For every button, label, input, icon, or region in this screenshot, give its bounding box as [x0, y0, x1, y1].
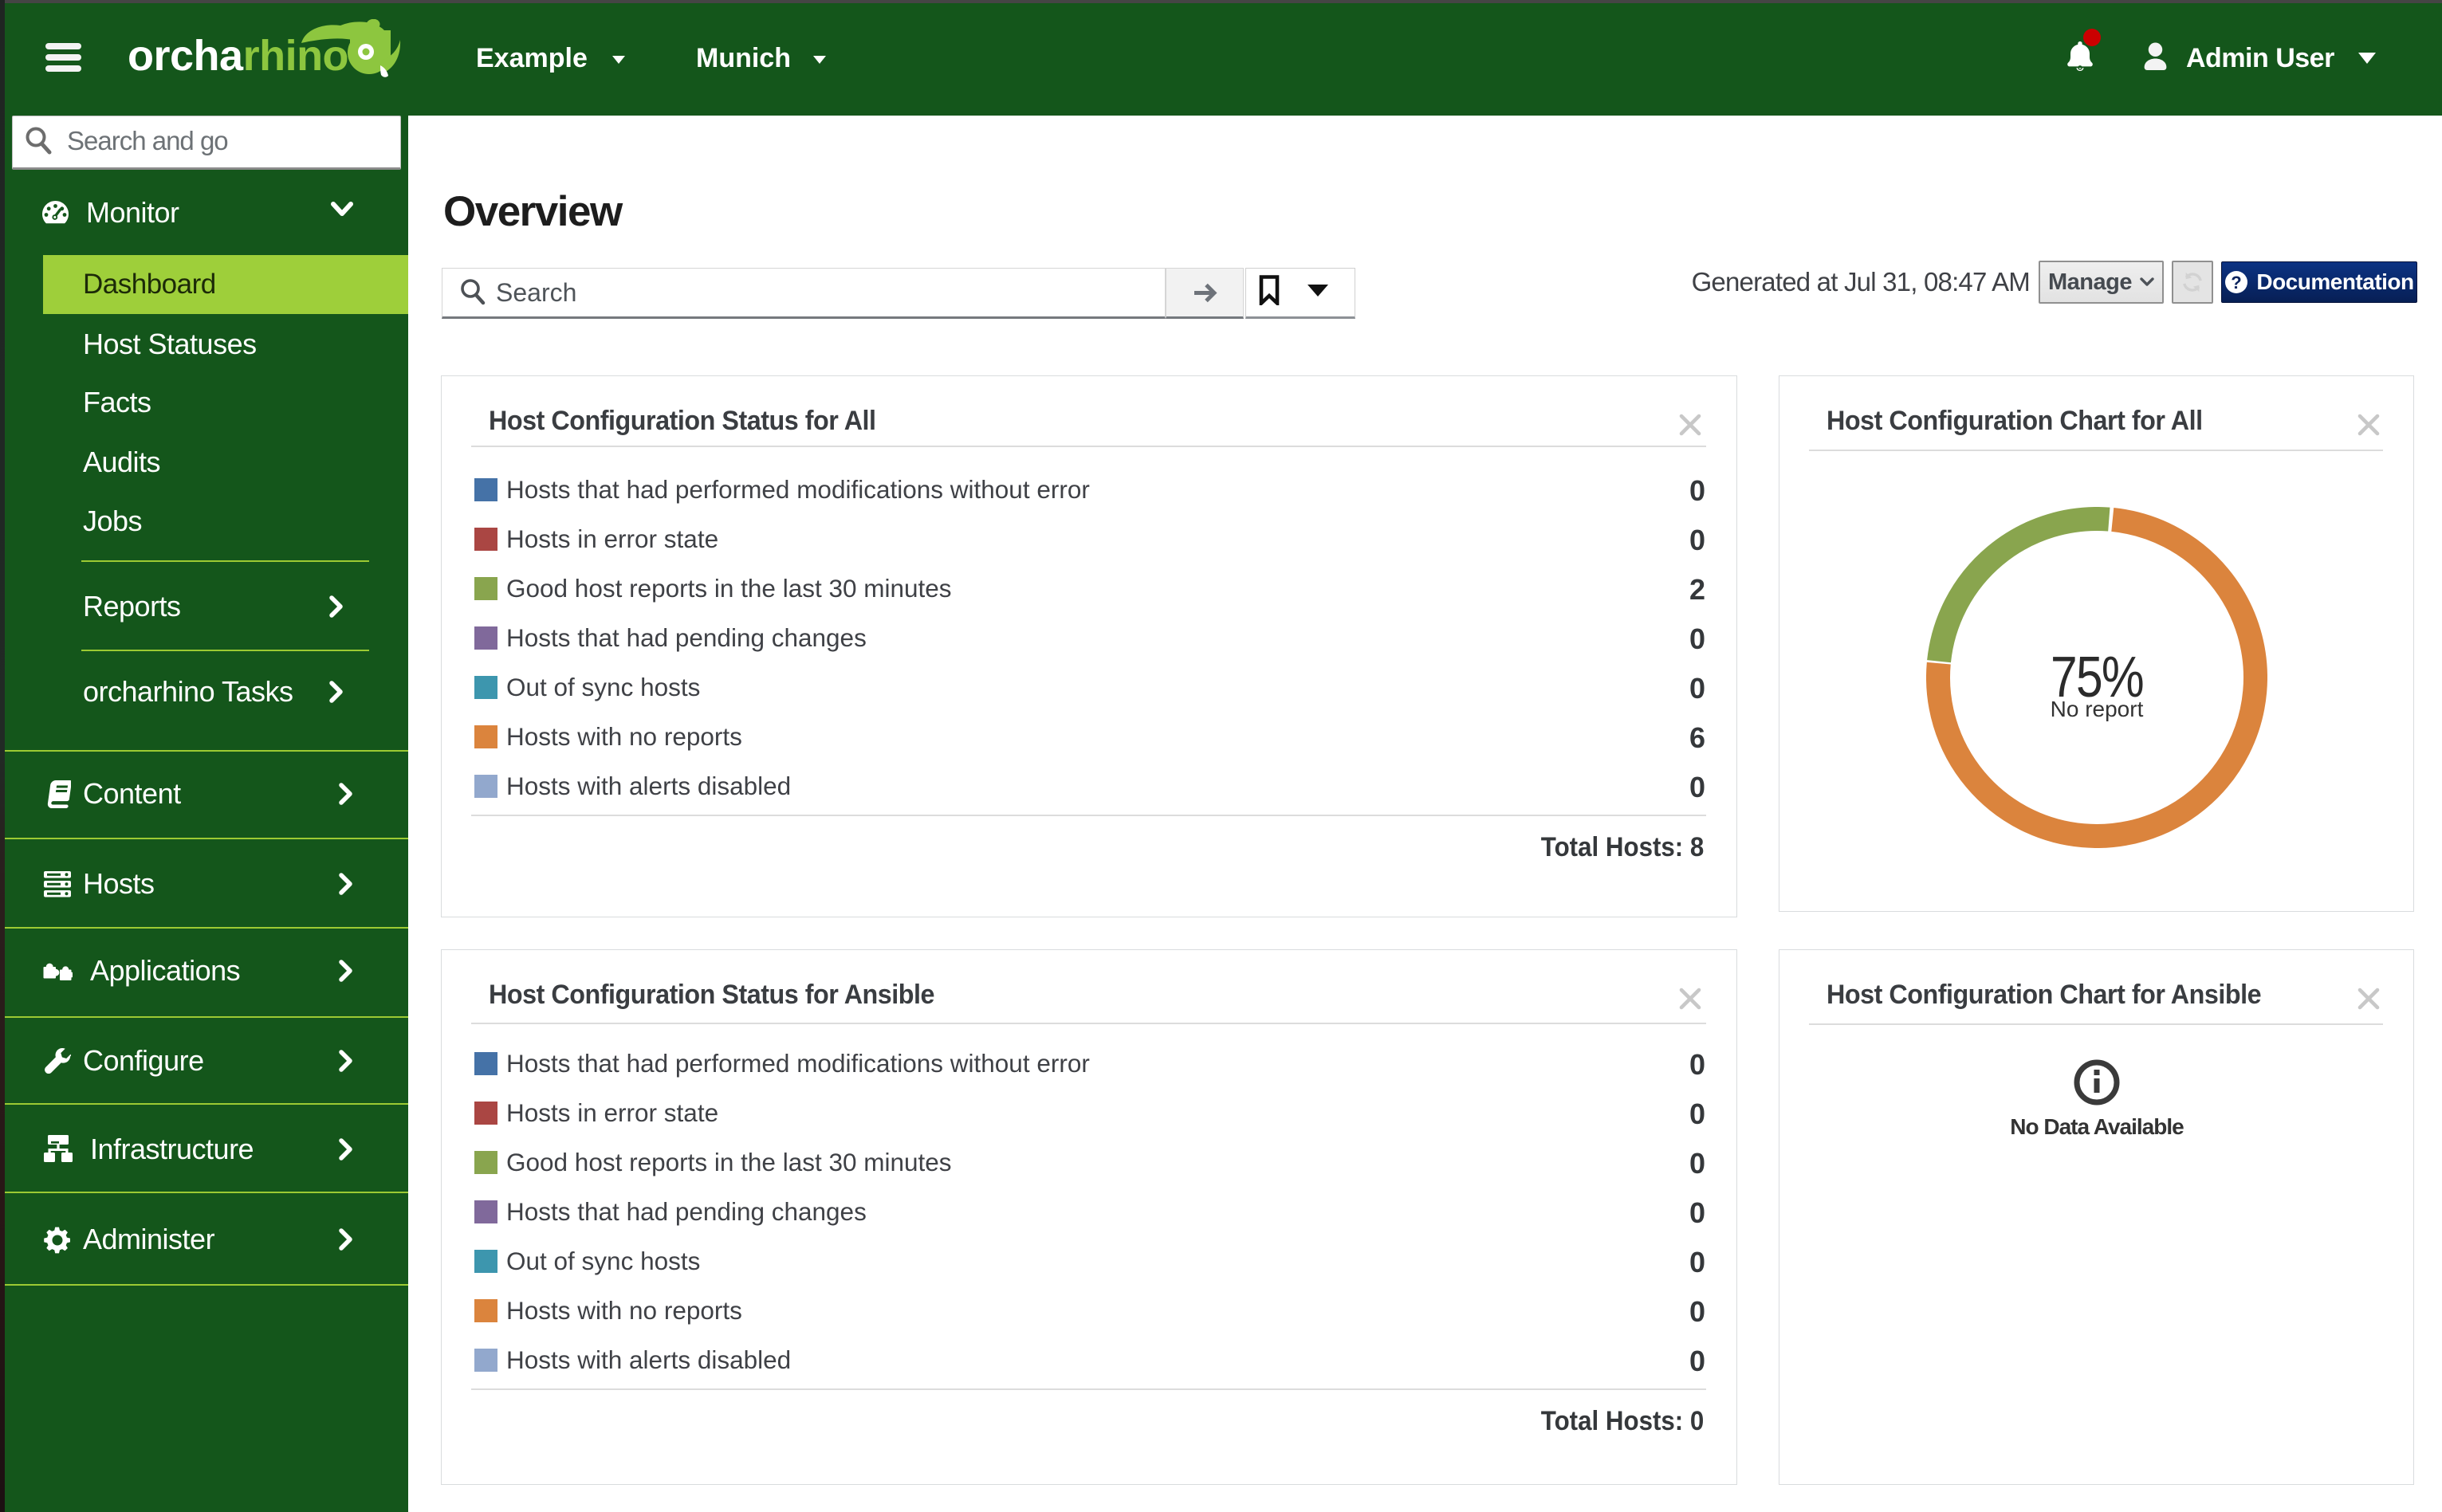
svg-text:?: ? [2232, 273, 2242, 293]
